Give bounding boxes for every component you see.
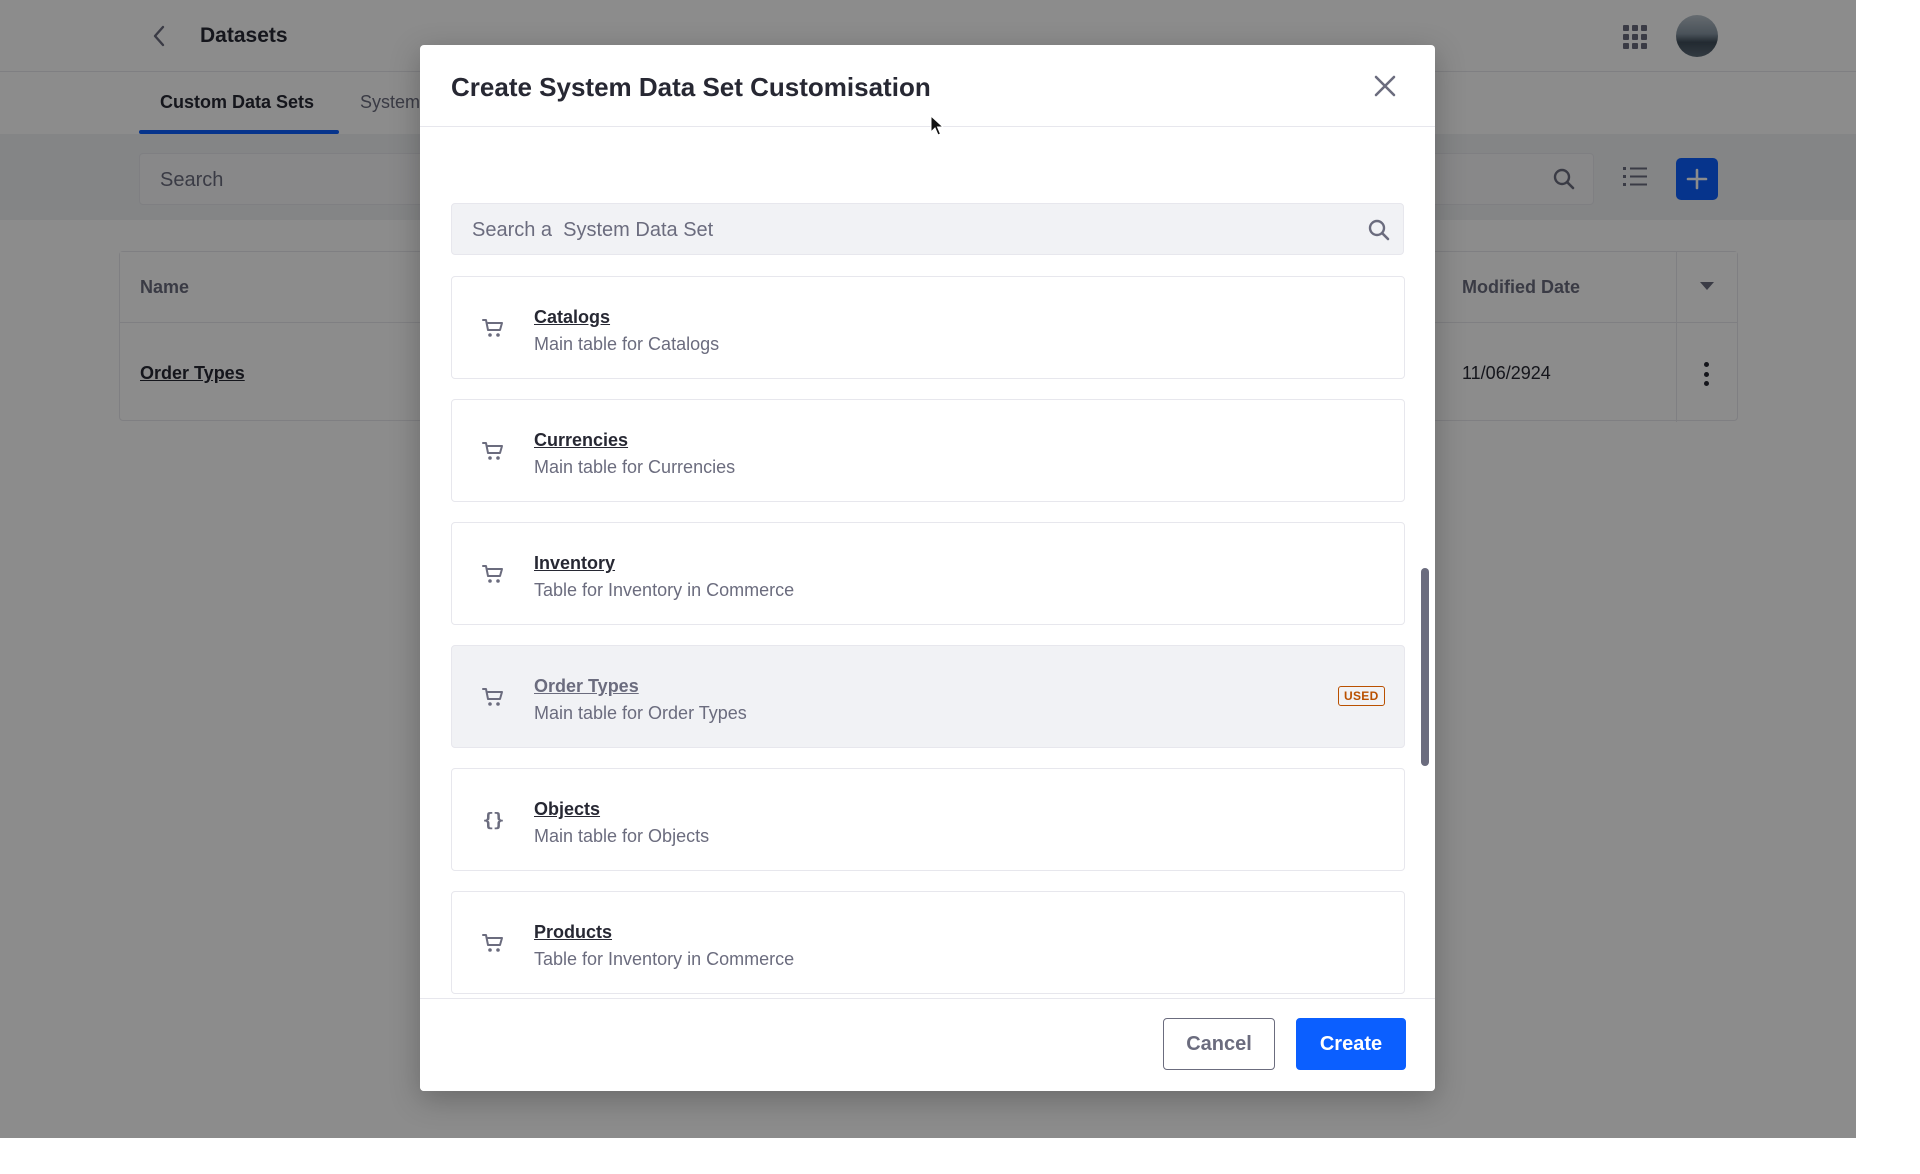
create-button[interactable]: Create (1296, 1018, 1406, 1070)
cart-icon (480, 315, 506, 341)
item-title[interactable]: Currencies (534, 430, 628, 451)
list-item-order-types[interactable]: Order Types Main table for Order Types U… (451, 645, 1405, 748)
item-title[interactable]: Catalogs (534, 307, 610, 328)
item-description: Main table for Order Types (534, 703, 747, 723)
search-placeholder: Search a System Data Set (472, 219, 714, 241)
cart-icon (480, 930, 506, 956)
used-badge: USED (1338, 686, 1385, 706)
cancel-button[interactable]: Cancel (1163, 1018, 1275, 1070)
braces-icon: {} (480, 807, 506, 833)
list-item-currencies[interactable]: Currencies Main table for Currencies (451, 399, 1405, 502)
system-data-set-search-input[interactable]: Search a System Data Set (451, 203, 1404, 255)
item-title[interactable]: Products (534, 922, 612, 943)
item-title[interactable]: Objects (534, 799, 600, 820)
item-title[interactable]: Order Types (534, 676, 639, 697)
mouse-cursor-icon (930, 115, 944, 136)
create-customisation-modal: Create System Data Set Customisation Sea… (420, 45, 1435, 1091)
search-icon[interactable] (1368, 219, 1390, 241)
item-description: Main table for Objects (534, 826, 710, 846)
item-title[interactable]: Inventory (534, 553, 615, 574)
cart-icon (480, 561, 506, 587)
item-description: Table for Inventory in Commerce (534, 580, 795, 600)
scrollbar-thumb[interactable] (1421, 568, 1429, 766)
list-item-objects[interactable]: {} Objects Main table for Objects (451, 768, 1405, 871)
cart-icon (480, 438, 506, 464)
list-item-products[interactable]: Products Table for Inventory in Commerce (451, 891, 1405, 994)
list-item-catalogs[interactable]: Catalogs Main table for Catalogs (451, 276, 1405, 379)
modal-header: Create System Data Set Customisation (420, 45, 1435, 127)
cart-icon (480, 684, 506, 710)
close-button[interactable] (1370, 71, 1400, 101)
modal-footer: Cancel Create (420, 998, 1435, 1091)
item-description: Main table for Currencies (534, 457, 736, 477)
item-description: Main table for Catalogs (534, 334, 720, 354)
item-description: Table for Inventory in Commerce (534, 949, 795, 969)
list-item-inventory[interactable]: Inventory Table for Inventory in Commerc… (451, 522, 1405, 625)
close-icon (1374, 75, 1396, 97)
braces-glyph: {} (482, 809, 505, 831)
modal-title: Create System Data Set Customisation (451, 72, 931, 102)
modal-body: Search a System Data Set Catalogs Main t… (420, 127, 1435, 1043)
